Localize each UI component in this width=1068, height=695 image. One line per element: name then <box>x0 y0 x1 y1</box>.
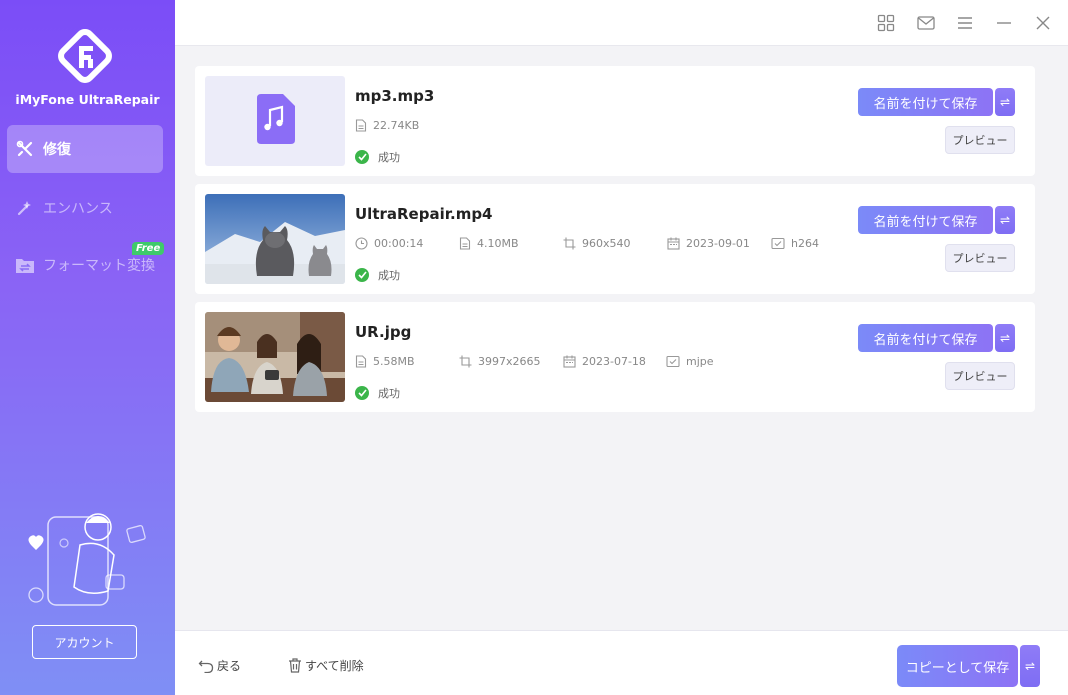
sidebar: iMyFone UltraRepair 修復 エンハンス フォーマット変換 Fr… <box>0 0 175 695</box>
title-bar <box>175 0 1068 46</box>
file-size-icon <box>459 237 471 250</box>
save-as-button[interactable]: 名前を付けて保存 <box>858 88 993 116</box>
codec-icon <box>771 237 785 250</box>
meta-codec: mjpe <box>666 355 714 368</box>
meta-size: 4.10MB <box>459 237 519 250</box>
format-convert-icon <box>15 255 35 275</box>
status-success: 成功 <box>355 267 400 283</box>
crop-icon <box>563 237 576 250</box>
sidebar-item-label: エンハンス <box>43 201 113 217</box>
meta-duration: 00:00:14 <box>355 237 423 250</box>
people-at-cafe-photo <box>205 312 345 402</box>
file-name: UltraRepair.mp4 <box>355 205 493 223</box>
status-success: 成功 <box>355 385 400 401</box>
save-as-button[interactable]: 名前を付けて保存 <box>858 206 993 234</box>
menu-icon[interactable] <box>954 12 976 34</box>
file-size-icon <box>355 119 367 132</box>
save-as-button[interactable]: 名前を付けて保存 <box>858 324 993 352</box>
mail-icon[interactable] <box>915 12 937 34</box>
sidebar-item-enhance[interactable]: エンハンス <box>7 184 163 232</box>
swap-button[interactable]: ⇌ <box>995 206 1015 234</box>
sidebar-item-label: 修復 <box>43 142 71 158</box>
save-as-copy-button[interactable]: コピーとして保存 <box>897 645 1018 687</box>
trash-icon <box>289 658 301 673</box>
file-thumbnail <box>205 312 345 402</box>
meta-resolution: 3997x2665 <box>459 355 541 368</box>
preview-button[interactable]: プレビュー <box>945 244 1015 272</box>
meta-size: 5.58MB <box>355 355 415 368</box>
calendar-icon <box>563 355 576 368</box>
file-meta: 00:00:14 4.10MB 960x540 2023-09-01 h264 <box>355 237 835 253</box>
check-circle-icon <box>355 386 369 400</box>
music-note-icon <box>253 94 297 148</box>
minimize-icon[interactable] <box>993 12 1015 34</box>
delete-all-button[interactable]: すべて削除 <box>288 657 364 674</box>
file-list: mp3.mp3 22.74KB 成功 名前を付けて保存 ⇌ プレビュー Ultr… <box>175 46 1068 630</box>
grid-icon[interactable] <box>875 12 897 34</box>
file-card: UR.jpg 5.58MB 3997x2665 2023-07-18 mjpe … <box>195 302 1035 412</box>
meta-date: 2023-07-18 <box>563 355 646 368</box>
file-card: UltraRepair.mp4 00:00:14 4.10MB 960x540 … <box>195 184 1035 294</box>
close-icon[interactable] <box>1032 12 1054 34</box>
swap-button[interactable]: ⇌ <box>995 88 1015 116</box>
clock-icon <box>355 237 368 250</box>
file-meta: 5.58MB 3997x2665 2023-07-18 mjpe <box>355 355 835 371</box>
swap-button[interactable]: ⇌ <box>1020 645 1040 687</box>
codec-icon <box>666 355 680 368</box>
file-thumbnail <box>205 76 345 166</box>
bottom-bar: 戻る すべて削除 コピーとして保存 ⇌ <box>175 630 1068 695</box>
status-success: 成功 <box>355 149 400 165</box>
meta-date: 2023-09-01 <box>667 237 750 250</box>
file-name: UR.jpg <box>355 323 412 341</box>
app-logo-icon <box>55 26 115 86</box>
app-name: iMyFone UltraRepair <box>15 92 160 107</box>
preview-button[interactable]: プレビュー <box>945 362 1015 390</box>
free-badge: Free <box>132 242 165 255</box>
swap-button[interactable]: ⇌ <box>995 324 1015 352</box>
sidebar-item-label: フォーマット変換 <box>43 258 155 274</box>
preview-button[interactable]: プレビュー <box>945 126 1015 154</box>
crop-icon <box>459 355 472 368</box>
meta-size: 22.74KB <box>355 119 419 132</box>
undo-arrow-icon <box>198 660 214 673</box>
account-button[interactable]: アカウント <box>32 625 137 659</box>
check-circle-icon <box>355 268 369 282</box>
sidebar-item-repair[interactable]: 修復 <box>7 125 163 173</box>
meta-codec: h264 <box>771 237 819 250</box>
check-circle-icon <box>355 150 369 164</box>
file-size-icon <box>355 355 367 368</box>
mascot-illustration <box>20 505 155 610</box>
repair-tools-icon <box>15 139 35 159</box>
meta-resolution: 960x540 <box>563 237 631 250</box>
file-name: mp3.mp3 <box>355 87 435 105</box>
magic-wand-icon <box>15 198 35 218</box>
file-thumbnail <box>205 194 345 284</box>
back-button[interactable]: 戻る <box>198 657 241 674</box>
cats-in-snow-photo <box>205 194 345 284</box>
file-meta: 22.74KB <box>355 119 835 135</box>
calendar-icon <box>667 237 680 250</box>
file-card: mp3.mp3 22.74KB 成功 名前を付けて保存 ⇌ プレビュー <box>195 66 1035 176</box>
